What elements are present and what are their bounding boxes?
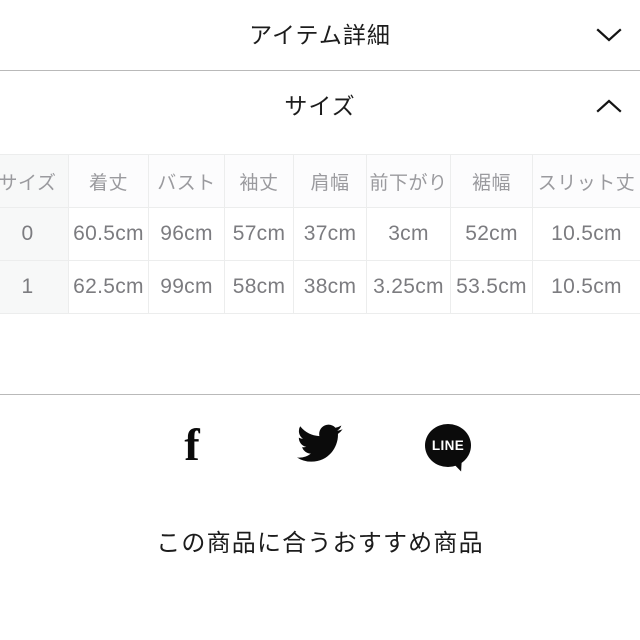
size-table-header-cell: サイズ xyxy=(0,154,69,208)
size-table-scroll-container[interactable]: サイズ 着丈 バスト 袖丈 肩幅 前下がり 裾幅 スリット丈 0 60.5cm … xyxy=(0,141,640,314)
line-icon: LINE xyxy=(425,423,471,467)
size-table-cell: 53.5cm xyxy=(450,260,533,314)
size-table-header-row: サイズ 着丈 バスト 袖丈 肩幅 前下がり 裾幅 スリット丈 xyxy=(0,154,640,208)
size-table-cell: 37cm xyxy=(293,207,367,261)
accordion-size[interactable]: サイズ xyxy=(0,71,640,141)
size-table-header-cell: 袖丈 xyxy=(224,154,294,208)
size-table-cell: 99cm xyxy=(148,260,225,314)
size-table: サイズ 着丈 バスト 袖丈 肩幅 前下がり 裾幅 スリット丈 0 60.5cm … xyxy=(0,154,640,314)
size-table-cell: 3.25cm xyxy=(366,260,451,314)
accordion-item-detail[interactable]: アイテム詳細 xyxy=(0,0,640,70)
size-table-header-cell: 前下がり xyxy=(366,154,451,208)
size-table-header-cell: スリット丈 xyxy=(532,154,640,208)
chevron-up-icon[interactable] xyxy=(592,89,626,123)
recommended-products-heading: この商品に合うおすすめ商品 xyxy=(156,530,484,557)
size-table-header-cell: 着丈 xyxy=(68,154,149,208)
size-table-cell: 52cm xyxy=(450,207,533,261)
size-table-cell: 96cm xyxy=(148,207,225,261)
facebook-share-button[interactable]: f xyxy=(166,419,218,471)
table-row: 1 62.5cm 99cm 58cm 38cm 3.25cm 53.5cm 10… xyxy=(0,260,640,314)
size-table-cell: 3cm xyxy=(366,207,451,261)
size-table-cell: 10.5cm xyxy=(532,207,640,261)
facebook-icon: f xyxy=(184,419,200,470)
table-row: 0 60.5cm 96cm 57cm 37cm 3cm 52cm 10.5cm xyxy=(0,207,640,261)
line-share-button[interactable]: LINE xyxy=(422,419,474,471)
accordion-item-detail-title: アイテム詳細 xyxy=(249,21,391,48)
share-buttons-row: f LINE xyxy=(0,395,640,485)
size-table-cell: 57cm xyxy=(224,207,294,261)
accordion-size-title: サイズ xyxy=(284,92,356,119)
size-table-cell: 58cm xyxy=(224,260,294,314)
chevron-down-icon[interactable] xyxy=(592,18,626,52)
size-table-cell: 60.5cm xyxy=(68,207,149,261)
size-table-cell: 0 xyxy=(0,207,69,261)
size-table-cell: 38cm xyxy=(293,260,367,314)
size-table-header-cell: バスト xyxy=(148,154,225,208)
product-detail-page: アイテム詳細 サイズ サイズ 着丈 バスト 袖丈 肩幅 前下がり 裾幅 スリット… xyxy=(0,0,640,640)
size-table-header-cell: 裾幅 xyxy=(450,154,533,208)
size-table-cell: 62.5cm xyxy=(68,260,149,314)
twitter-icon xyxy=(297,423,343,468)
size-table-cell: 10.5cm xyxy=(532,260,640,314)
size-table-cell: 1 xyxy=(0,260,69,314)
size-table-header-cell: 肩幅 xyxy=(293,154,367,208)
twitter-share-button[interactable] xyxy=(294,419,346,471)
line-icon-label: LINE xyxy=(431,437,465,453)
